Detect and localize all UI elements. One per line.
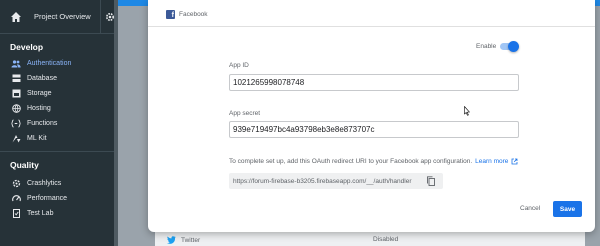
- sidebar-item-label: Hosting: [27, 105, 51, 112]
- app-id-label: App ID: [229, 62, 249, 69]
- sidebar-item-label: Test Lab: [27, 210, 54, 217]
- sidebar-item-label: Database: [27, 75, 57, 82]
- sidebar-item-label: Authentication: [27, 60, 72, 67]
- mouse-cursor-icon: [464, 106, 470, 116]
- sidebar-item-functions[interactable]: Functions: [0, 116, 118, 131]
- functions-icon: [11, 119, 21, 129]
- project-header: Project Overview: [0, 0, 118, 34]
- twitter-provider: Twitter: [167, 236, 200, 244]
- users-icon: [11, 59, 21, 69]
- save-button[interactable]: Save: [553, 201, 582, 217]
- enable-label: Enable: [476, 43, 497, 50]
- sidebar-item-crashlytics[interactable]: Crashlytics: [0, 176, 118, 191]
- redirect-info: To complete set up, add this OAuth redir…: [229, 158, 518, 165]
- dialog-header: f Facebook: [166, 10, 208, 19]
- dialog-title: Facebook: [179, 11, 208, 18]
- sidebar-item-authentication[interactable]: Authentication: [0, 56, 118, 71]
- sidebar-item-testlab[interactable]: Test Lab: [0, 206, 118, 221]
- external-link-icon[interactable]: [511, 158, 518, 165]
- dialog-divider: [148, 26, 595, 27]
- crashlytics-icon: [11, 179, 21, 189]
- performance-icon: [11, 194, 21, 204]
- sidebar: Project Overview Develop Authentication …: [0, 0, 118, 246]
- facebook-provider-dialog: f Facebook Enable App ID 102126599807874…: [148, 0, 595, 232]
- sidebar-scrollbar[interactable]: [114, 0, 118, 246]
- twitter-icon: [167, 236, 176, 244]
- sidebar-item-mlkit[interactable]: ML Kit: [0, 131, 118, 146]
- mlkit-icon: [11, 134, 21, 144]
- learn-more-link[interactable]: Learn more: [475, 158, 508, 165]
- sidebar-item-hosting[interactable]: Hosting: [0, 101, 118, 116]
- cancel-button[interactable]: Cancel: [520, 205, 540, 212]
- twitter-label: Twitter: [181, 236, 201, 244]
- sidebar-item-label: Performance: [27, 195, 68, 202]
- sidebar-item-label: Functions: [27, 120, 58, 127]
- database-icon: [11, 74, 21, 84]
- provider-row-twitter[interactable]: Twitter Disabled: [155, 232, 585, 246]
- app-secret-field[interactable]: 939e719497bc4a93798eb3e8e873707c: [229, 121, 519, 138]
- sidebar-item-label: ML Kit: [27, 135, 47, 142]
- redirect-uri: https://forum-firebase-b3205.firebaseapp…: [233, 177, 412, 185]
- sidebar-item-storage[interactable]: Storage: [0, 86, 118, 101]
- copy-icon[interactable]: [426, 176, 436, 186]
- home-icon[interactable]: [10, 11, 22, 23]
- sidebar-item-performance[interactable]: Performance: [0, 191, 118, 206]
- info-text: To complete set up, add this OAuth redir…: [229, 158, 473, 165]
- sidebar-item-label: Crashlytics: [27, 180, 62, 187]
- app-secret-label: App secret: [229, 110, 261, 117]
- facebook-icon: f: [166, 10, 175, 19]
- globe-icon: [11, 104, 21, 114]
- storage-icon: [11, 89, 21, 99]
- project-overview-link[interactable]: Project Overview: [34, 12, 100, 21]
- redirect-uri-box: https://forum-firebase-b3205.firebaseapp…: [229, 173, 443, 189]
- sidebar-item-database[interactable]: Database: [0, 71, 118, 86]
- enable-toggle[interactable]: [500, 41, 519, 52]
- toggle-knob: [508, 41, 519, 52]
- section-quality: Quality: [10, 160, 39, 170]
- section-develop: Develop: [10, 42, 44, 52]
- sidebar-item-label: Storage: [27, 90, 52, 97]
- twitter-status: Disabled: [373, 236, 399, 243]
- testlab-icon: [11, 209, 21, 219]
- app-id-field[interactable]: 1021265998078748: [229, 74, 519, 91]
